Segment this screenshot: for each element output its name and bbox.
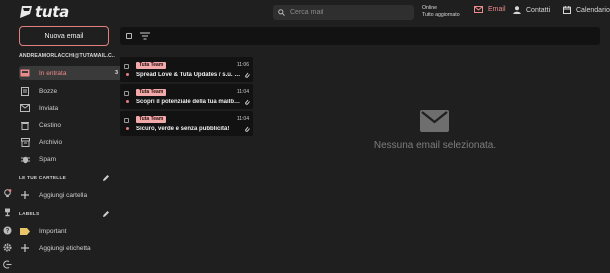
bug-icon — [19, 154, 31, 164]
sidebar: Nuova email ANDREAMORLACCHI@TUTAMAIL.C..… — [14, 24, 125, 273]
envelope-icon — [420, 110, 449, 132]
mail-subject: Scopri il potenziale della tua mailbox .… — [136, 99, 242, 105]
unread-dot — [125, 100, 129, 103]
mail-checkbox[interactable] — [124, 64, 129, 69]
folder-spam[interactable]: Spam — [19, 152, 125, 166]
empty-state-text: Nessuna email selezionata. — [373, 140, 497, 151]
help-button[interactable]: ? — [3, 222, 12, 235]
mail-checkbox[interactable] — [124, 91, 129, 96]
add-folder-label: Aggiungi cartella — [39, 191, 88, 199]
mail-subject: Spread Love & Tuta Updates / s.u. für... — [136, 72, 242, 78]
your-folders-heading: LE TUE CARTELLE — [19, 176, 66, 181]
inbox-icon — [19, 68, 31, 78]
nav-contacts-label: Contatti — [526, 6, 551, 14]
folder-label: Spam — [39, 155, 56, 163]
person-icon — [513, 6, 521, 14]
search-icon — [278, 9, 285, 16]
folder-drafts[interactable]: Bozze — [19, 84, 125, 98]
folder-label: In entrata — [39, 69, 67, 77]
account-name: ANDREAMORLACCHI@TUTAMAIL.C... — [19, 53, 115, 59]
mail-item[interactable]: Tuta Team 11:06 Spread Love & Tuta Updat… — [120, 57, 253, 82]
folder-label: Inviata — [39, 104, 59, 112]
mail-time: 11:04 — [236, 89, 249, 95]
search-input[interactable] — [290, 9, 410, 16]
unread-dot — [125, 127, 129, 130]
filter-icon[interactable] — [140, 32, 150, 40]
status-online: Online — [422, 5, 437, 11]
settings-button[interactable] — [3, 239, 12, 252]
add-label-button[interactable]: Aggiungi etichetta — [19, 241, 125, 255]
labels-heading: LABELS — [19, 212, 40, 217]
tuta-logo-icon — [20, 6, 32, 18]
label-name: Important — [39, 227, 67, 235]
label-important[interactable]: Important — [19, 224, 125, 238]
mail-item[interactable]: Tuta Team 11:04 Scopri il potenziale del… — [120, 84, 253, 109]
folder-sent[interactable]: Inviata — [19, 101, 125, 115]
nav-email-button[interactable]: Email — [474, 6, 506, 13]
nav-calendar-label: Calendario — [576, 6, 610, 14]
calendar-icon — [563, 6, 571, 14]
edit-folders-icon[interactable] — [102, 174, 110, 182]
folder-inbox[interactable]: In entrata 3 — [19, 66, 125, 80]
trash-icon — [19, 120, 31, 130]
status-synced: Tutto aggiornato — [422, 12, 460, 18]
attachment-icon — [245, 72, 250, 78]
logout-button[interactable] — [3, 256, 12, 269]
mail-icon — [474, 6, 483, 13]
lightbulb-icon — [4, 189, 12, 198]
sender-tag: Tuta Team — [136, 89, 167, 96]
notifications-button[interactable] — [3, 185, 12, 198]
select-all-checkbox[interactable] — [126, 33, 132, 39]
top-bar: tuta Online Tutto aggiornato Email Conta… — [0, 0, 610, 24]
search-bar[interactable] — [273, 5, 414, 20]
mail-list-toolbar — [120, 27, 600, 45]
attachment-icon — [245, 99, 250, 105]
new-email-button[interactable]: Nuova email — [19, 26, 109, 46]
edit-labels-icon[interactable] — [102, 210, 110, 218]
upgrade-button[interactable] — [3, 204, 12, 217]
mail-item[interactable]: Tuta Team 11:04 Sicuro, verde e senza pu… — [120, 111, 253, 136]
nav-email-label: Email — [488, 6, 506, 13]
tuta-logo[interactable]: tuta — [19, 3, 69, 21]
mail-subject: Sicuro, verde e senza pubblicità! — [136, 126, 230, 132]
add-label-label: Aggiungi etichetta — [39, 244, 91, 252]
mail-time: 11:06 — [236, 62, 249, 68]
plus-icon — [19, 190, 31, 200]
svg-text:?: ? — [6, 229, 10, 235]
attachment-icon — [245, 126, 250, 132]
logo-text: tuta — [35, 3, 69, 21]
sender-tag: Tuta Team — [136, 116, 167, 123]
help-icon: ? — [3, 226, 12, 235]
folder-label: Cestino — [39, 121, 62, 129]
folder-label: Archivio — [39, 138, 63, 146]
draft-icon — [19, 86, 31, 96]
connection-status: Online Tutto aggiornato — [422, 5, 460, 19]
add-folder-button[interactable]: Aggiungi cartella — [19, 188, 125, 202]
label-icon — [19, 226, 31, 236]
nav-calendar-button[interactable]: Calendario — [563, 6, 610, 14]
mail-checkbox[interactable] — [124, 118, 129, 123]
gear-icon — [3, 243, 12, 252]
sender-tag: Tuta Team — [136, 62, 167, 69]
unread-dot — [125, 73, 129, 76]
nav-contacts-button[interactable]: Contatti — [513, 6, 550, 14]
unread-count-badge: 3 — [114, 70, 118, 76]
send-icon — [19, 103, 31, 113]
folder-archive[interactable]: Archivio — [19, 135, 125, 149]
folder-trash[interactable]: Cestino — [19, 118, 125, 132]
trophy-icon — [5, 208, 10, 217]
plus-icon — [19, 243, 31, 253]
folder-label: Bozze — [39, 87, 58, 95]
logout-icon — [3, 260, 12, 269]
mail-time: 11:04 — [236, 116, 249, 122]
archive-icon — [19, 137, 31, 147]
